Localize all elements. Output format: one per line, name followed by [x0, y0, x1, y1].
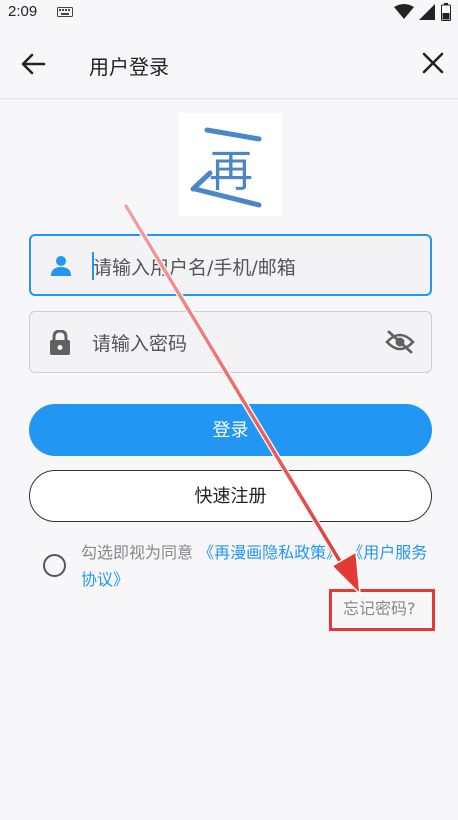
agreement-radio[interactable] [43, 554, 66, 577]
username-placeholder: 请输入用户名/手机/邮箱 [93, 257, 296, 279]
annotation-highlight-box [329, 589, 435, 631]
close-icon[interactable] [418, 48, 448, 78]
page-title: 用户登录 [89, 55, 169, 79]
logo-character: 再 [209, 146, 253, 197]
password-field[interactable]: 请输入密码 [29, 311, 432, 373]
app-logo: 再 [179, 113, 282, 216]
battery-icon [441, 3, 451, 21]
agreement-text: 勾选即视为同意 《再漫画隐私政策》 《用户服务协议》 [81, 539, 431, 593]
username-field[interactable]: 请输入用户名/手机/邮箱 [29, 234, 432, 296]
login-button[interactable]: 登录 [29, 404, 432, 456]
status-time: 2:09 [8, 3, 38, 20]
password-placeholder: 请输入密码 [92, 333, 188, 355]
agreement-prefix: 勾选即视为同意 [81, 543, 194, 562]
app-bar: 用户登录 [0, 26, 458, 99]
privacy-policy-link[interactable]: 《再漫画隐私政策》 [198, 543, 342, 562]
back-arrow-icon[interactable] [18, 48, 50, 80]
signal-icon [419, 4, 435, 20]
lock-icon [50, 330, 70, 355]
app-logo-graphic: 再 [190, 127, 262, 208]
register-button[interactable]: 快速注册 [29, 470, 432, 522]
user-icon [51, 256, 71, 276]
wifi-icon [394, 4, 414, 19]
eye-off-icon[interactable] [385, 330, 415, 354]
keyboard-icon [57, 7, 73, 17]
status-bar: 2:09 [0, 0, 458, 26]
